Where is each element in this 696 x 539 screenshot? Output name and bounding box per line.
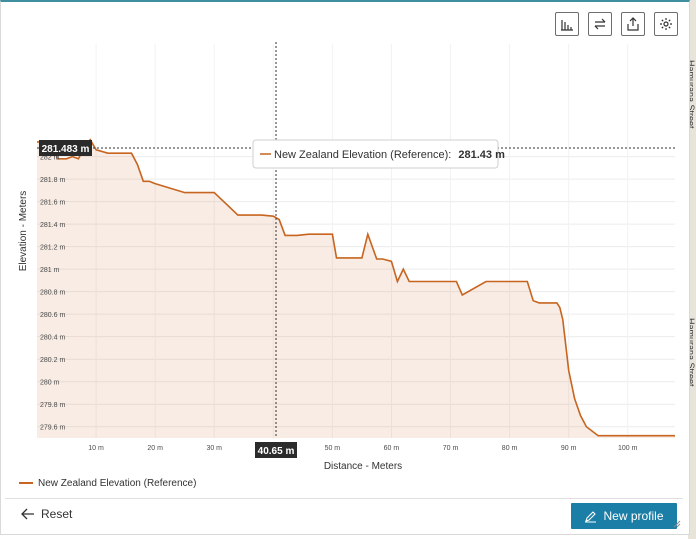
y-tick-label: 280.6 m <box>40 312 65 319</box>
x-axis-ticks: 10 m20 m30 m40 m50 m60 m70 m80 m90 m100 … <box>88 445 637 452</box>
y-axis-label: Elevation - Meters <box>18 191 29 272</box>
reset-label: Reset <box>41 507 73 521</box>
cursor-distance-label: 40.65 m <box>258 446 295 457</box>
y-tick-label: 281.8 m <box>40 177 65 184</box>
y-tick-label: 281.6 m <box>40 200 65 207</box>
chart-legend[interactable]: New Zealand Elevation (Reference) <box>19 476 196 490</box>
x-tick-label: 50 m <box>325 445 341 452</box>
legend-swatch <box>19 482 33 484</box>
new-profile-button[interactable]: New profile <box>571 503 677 529</box>
x-tick-label: 90 m <box>561 445 577 452</box>
x-tick-label: 30 m <box>206 445 222 452</box>
x-tick-label: 70 m <box>443 445 459 452</box>
y-tick-label: 280.2 m <box>40 357 65 364</box>
resize-handle[interactable] <box>673 520 681 528</box>
cursor-tooltip: New Zealand Elevation (Reference): 281.4… <box>252 139 505 169</box>
x-tick-label: 60 m <box>384 445 400 452</box>
y-tick-label: 281.4 m <box>40 222 65 229</box>
cursor-distance-badge: 40.65 m <box>255 442 297 458</box>
elevation-chart[interactable]: 279.6 m 279.8 m 280 m 280.2 m 280.4 m 280.6 m… <box>1 2 691 474</box>
arrow-left-icon <box>21 508 34 520</box>
y-tick-label: 279.8 m <box>40 402 65 409</box>
tooltip-value: 281.43 m <box>458 149 505 161</box>
pencil-icon <box>585 510 597 523</box>
y-tick-label: 281 m <box>40 267 60 274</box>
y-tick-label: 281.2 m <box>40 245 65 252</box>
tooltip-series-name: New Zealand Elevation (Reference): <box>274 149 451 161</box>
y-tick-label: 280.8 m <box>40 290 65 297</box>
x-tick-label: 80 m <box>502 445 518 452</box>
x-tick-label: 10 m <box>88 445 104 452</box>
x-tick-label: 20 m <box>147 445 163 452</box>
svg-text:New Zealand Elevation (Referen: New Zealand Elevation (Reference): 281.4… <box>274 149 505 161</box>
y-tick-label: 279.6 m <box>40 425 65 432</box>
y-tick-label: 280 m <box>40 380 60 387</box>
new-profile-label: New profile <box>603 509 664 523</box>
elevation-profile-panel: 279.6 m 279.8 m 280 m 280.2 m 280.4 m 280.6 m… <box>0 0 690 535</box>
reset-button[interactable]: Reset <box>21 507 72 521</box>
y-tick-label: 280.4 m <box>40 335 65 342</box>
panel-footer: Reset New profile <box>5 498 683 533</box>
x-tick-label: 100 m <box>618 445 638 452</box>
x-axis-label: Distance - Meters <box>324 461 402 472</box>
elevation-area <box>37 139 675 438</box>
cursor-elevation-badge: 281.483 m <box>39 140 92 156</box>
cursor-elevation-label: 281.483 m <box>42 144 90 155</box>
legend-label: New Zealand Elevation (Reference) <box>38 477 197 489</box>
